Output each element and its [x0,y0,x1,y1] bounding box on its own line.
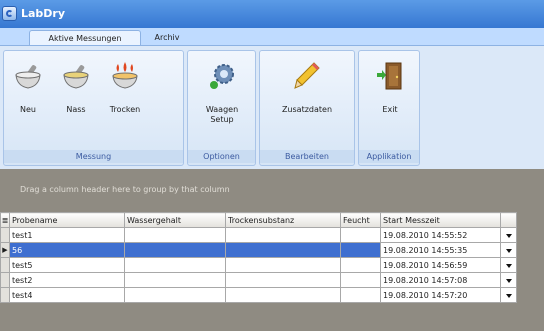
trocken-label: Trocken [109,105,141,114]
data-grid-panel: Drag a column header here to group by th… [0,169,544,331]
row-indicator-header: ≣ [0,212,10,228]
cell-wassergehalt[interactable] [124,272,226,288]
ribbon-tab-strip: Aktive Messungen Archiv [0,28,544,46]
tab-aktive-messungen[interactable]: Aktive Messungen [29,30,141,46]
column-header-start-messzeit[interactable]: Start Messzeit [380,212,501,228]
trocken-button[interactable]: Trocken [102,53,148,151]
chevron-down-icon [505,248,512,253]
cell-feucht[interactable] [340,287,381,303]
row-indicator[interactable] [0,272,10,288]
row-indicator[interactable] [0,287,10,303]
app-logo-icon[interactable] [2,6,17,21]
chevron-down-icon [505,278,512,283]
cell-wassergehalt[interactable] [124,257,226,273]
row-indicator[interactable]: ▶ [0,242,10,258]
group-by-hint[interactable]: Drag a column header here to group by th… [20,185,230,194]
chevron-down-icon [505,233,512,238]
pencil-icon [294,62,320,89]
cell-probename[interactable]: test5 [9,257,125,273]
wet-mortar-icon [63,65,89,89]
exit-button[interactable]: Exit [365,53,415,151]
group-caption-optionen: Optionen [188,150,255,163]
cell-trockensubstanz[interactable] [225,287,341,303]
cell-wassergehalt[interactable] [124,227,226,243]
group-caption-bearbeiten: Bearbeiten [260,150,354,163]
cell-trockensubstanz[interactable] [225,257,341,273]
table-row[interactable]: test5 19.08.2010 14:56:59 [0,257,517,273]
cell-feucht[interactable] [340,242,381,258]
cell-wassergehalt[interactable] [124,242,226,258]
cell-start-messzeit[interactable]: 19.08.2010 14:55:35 [380,242,501,258]
cell-probename[interactable]: test4 [9,287,125,303]
nass-button[interactable]: Nass [56,53,96,151]
group-caption-messung: Messung [4,150,183,163]
cell-start-messzeit[interactable]: 19.08.2010 14:57:08 [380,272,501,288]
table-row[interactable]: test1 19.08.2010 14:55:52 [0,227,517,243]
date-dropdown-button[interactable] [500,287,517,303]
tab-archiv[interactable]: Archiv [150,30,184,46]
ribbon-group-bearbeiten: Zusatzdaten Bearbeiten [259,50,355,166]
gear-icon [210,64,234,89]
zusatzdaten-button[interactable]: Zusatzdaten [272,53,342,151]
heated-mortar-icon [112,62,138,89]
date-dropdown-button[interactable] [500,257,517,273]
table-row[interactable]: test2 19.08.2010 14:57:08 [0,272,517,288]
app-title: LabDry [21,7,66,20]
waagen-setup-label: Waagen Setup [205,105,239,124]
zusatzdaten-label: Zusatzdaten [281,105,333,114]
cell-probename[interactable]: test1 [9,227,125,243]
exit-label: Exit [382,105,398,114]
ribbon-group-messung: Neu Nass Trocken Messung [3,50,184,166]
column-header-probename[interactable]: Probename [9,212,125,228]
column-header-feucht[interactable]: Feucht [340,212,381,228]
title-bar: LabDry [0,0,544,28]
column-header-trockensubstanz[interactable]: Trockensubstanz [225,212,341,228]
cell-feucht[interactable] [340,272,381,288]
ribbon-group-applikation: Exit Applikation [358,50,420,166]
ribbon-group-optionen: Waagen Setup Optionen [187,50,256,166]
cell-probename[interactable]: 56 [9,242,125,258]
date-dropdown-button[interactable] [500,227,517,243]
row-indicator[interactable] [0,227,10,243]
date-dropdown-button[interactable] [500,272,517,288]
cell-trockensubstanz[interactable] [225,272,341,288]
cell-feucht[interactable] [340,227,381,243]
column-header-dropdown [500,212,517,228]
mortar-pestle-icon [15,65,41,89]
cell-trockensubstanz[interactable] [225,242,341,258]
group-caption-applikation: Applikation [359,150,419,163]
column-header-wassergehalt[interactable]: Wassergehalt [124,212,226,228]
table-row[interactable]: test4 19.08.2010 14:57:20 [0,287,517,303]
cell-start-messzeit[interactable]: 19.08.2010 14:56:59 [380,257,501,273]
cell-start-messzeit[interactable]: 19.08.2010 14:57:20 [380,287,501,303]
current-row-arrow-icon: ▶ [2,246,8,254]
measurements-grid: ≣ Probename Wassergehalt Trockensubstanz… [0,212,517,303]
cell-wassergehalt[interactable] [124,287,226,303]
cell-probename[interactable]: test2 [9,272,125,288]
ribbon: Neu Nass Trocken Messung Waagen Setup Op… [0,45,544,169]
date-dropdown-button[interactable] [500,242,517,258]
exit-door-icon [377,62,402,90]
chevron-down-icon [505,263,512,268]
cell-feucht[interactable] [340,257,381,273]
chevron-down-icon [505,293,512,298]
waagen-setup-button[interactable]: Waagen Setup [196,53,248,151]
neu-button[interactable]: Neu [8,53,48,151]
cell-trockensubstanz[interactable] [225,227,341,243]
cell-start-messzeit[interactable]: 19.08.2010 14:55:52 [380,227,501,243]
table-row[interactable]: ▶ 56 19.08.2010 14:55:35 [0,242,517,258]
neu-label: Neu [20,105,36,114]
nass-label: Nass [66,105,86,114]
row-indicator[interactable] [0,257,10,273]
